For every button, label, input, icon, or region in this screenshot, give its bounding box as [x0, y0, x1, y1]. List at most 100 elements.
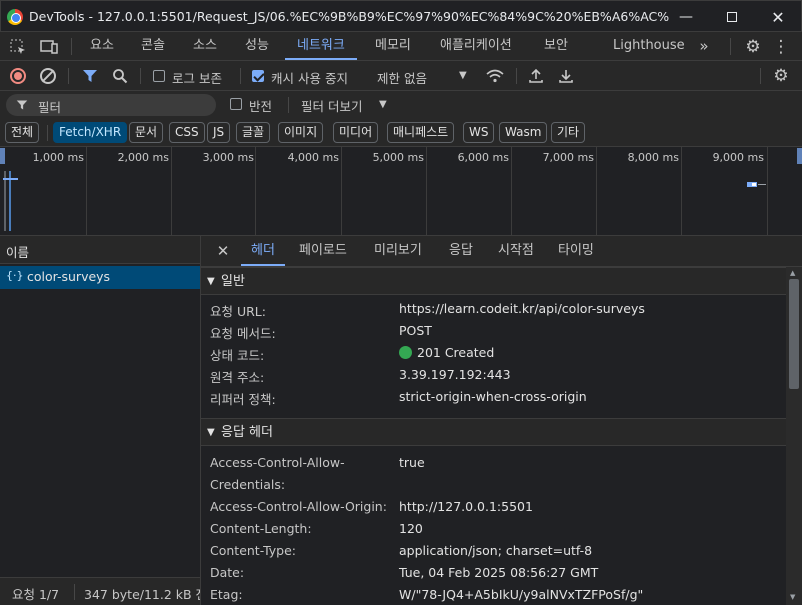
tab-response[interactable]: 응답	[449, 236, 473, 266]
filter-toggle-button[interactable]	[80, 67, 100, 85]
chip-js[interactable]: JS	[207, 122, 231, 143]
header-key: Access-Control-Allow-	[210, 455, 345, 470]
request-url-value: https://learn.codeit.kr/api/color-survey…	[399, 301, 645, 316]
timeline-range-handle-left[interactable]	[0, 148, 5, 164]
tab-application[interactable]: 애플리케이션	[440, 32, 512, 60]
header-value: http://127.0.0.1:5501	[399, 499, 533, 514]
divider	[288, 97, 289, 113]
record-icon	[14, 72, 22, 80]
chip-fetch-xhr[interactable]: Fetch/XHR	[53, 122, 128, 143]
settings-gear-icon[interactable]: ⚙	[742, 36, 764, 58]
more-options-icon[interactable]: ⋮	[770, 36, 792, 58]
timeline-marker	[4, 171, 6, 231]
clear-button[interactable]	[40, 68, 56, 84]
response-headers-section-header[interactable]: ▼ 응답 헤더	[201, 418, 786, 446]
header-key: 요청 URL:	[210, 304, 266, 319]
gridline	[255, 147, 256, 236]
header-key: 요청 메서드:	[210, 326, 276, 341]
filter-funnel-icon	[16, 100, 28, 110]
minimize-button[interactable]: —	[663, 1, 709, 33]
tab-sources[interactable]: 소스	[193, 32, 217, 60]
throttle-select[interactable]: 제한 없음	[377, 68, 427, 87]
timeline-request-bar	[3, 178, 18, 180]
inspect-element-button[interactable]	[8, 37, 28, 57]
status-code-value: 201 Created	[417, 345, 495, 360]
preserve-log-label: 로그 보존	[172, 71, 222, 86]
filter-input[interactable]: 필터	[6, 94, 216, 116]
tab-headers[interactable]: 헤더	[241, 236, 285, 266]
tab-network[interactable]: 네트워크	[285, 32, 357, 60]
header-value: W/"78-JQ4+A5bIkU/y9alNVxTZFPoSf/g"	[399, 587, 644, 602]
response-headers-title: 응답 헤더	[221, 425, 273, 440]
invert-checkbox[interactable]	[230, 98, 242, 110]
more-filters-button[interactable]: 필터 더보기	[301, 96, 362, 115]
request-row[interactable]: {·} color-surveys	[0, 266, 200, 289]
gridline	[511, 147, 512, 236]
header-value: Tue, 04 Feb 2025 08:56:27 GMT	[399, 565, 599, 580]
chip-other[interactable]: 기타	[551, 122, 586, 143]
timeline-overview[interactable]: 1,000 ms 2,000 ms 3,000 ms 4,000 ms 5,00…	[0, 147, 802, 236]
disable-cache-checkbox[interactable]	[252, 70, 264, 82]
tab-lighthouse[interactable]: Lighthouse	[613, 32, 685, 60]
search-button[interactable]	[110, 67, 130, 85]
request-name: color-surveys	[27, 269, 111, 284]
chip-manifest[interactable]: 매니페스트	[387, 122, 455, 143]
chip-wasm[interactable]: Wasm	[499, 122, 548, 143]
detail-tabbar: ✕ 헤더 페이로드 미리보기 응답 시작점 타이밍	[201, 236, 802, 267]
tab-performance[interactable]: 성능	[245, 32, 269, 60]
tab-initiator[interactable]: 시작점	[498, 236, 534, 266]
tab-console[interactable]: 콘솔	[141, 32, 165, 60]
chip-all[interactable]: 전체	[5, 122, 40, 143]
chip-doc[interactable]: 문서	[129, 122, 164, 143]
import-har-button[interactable]	[526, 66, 546, 86]
scroll-down-arrow-icon[interactable]: ▼	[790, 593, 795, 601]
timeline-range-handle-right[interactable]	[797, 148, 802, 164]
gridline	[681, 147, 682, 236]
device-toolbar-button[interactable]	[38, 37, 60, 57]
maximize-button[interactable]	[709, 1, 755, 33]
tab-memory[interactable]: 메모리	[375, 32, 411, 60]
close-detail-icon[interactable]: ✕	[215, 242, 231, 260]
tab-preview[interactable]: 미리보기	[374, 236, 422, 266]
timeline-tick: 1,000 ms	[32, 151, 84, 164]
expand-triangle-icon: ▼	[207, 427, 215, 438]
chip-font[interactable]: 글꼴	[236, 122, 271, 143]
chip-media[interactable]: 미디어	[333, 122, 379, 143]
detail-scrollbar[interactable]: ▲ ▼	[786, 267, 802, 605]
scrollbar-thumb[interactable]	[789, 279, 799, 389]
more-filters-chevron-icon[interactable]: ▼	[379, 99, 387, 110]
chip-img[interactable]: 이미지	[278, 122, 324, 143]
header-key: Content-Length:	[210, 521, 312, 536]
divider	[140, 68, 141, 84]
chip-ws[interactable]: WS	[463, 122, 495, 143]
preserve-log-checkbox[interactable]	[153, 70, 165, 82]
gridline	[86, 147, 87, 236]
tab-timing[interactable]: 타이밍	[558, 236, 594, 266]
clear-icon	[41, 69, 55, 83]
network-settings-gear-icon[interactable]: ⚙	[770, 65, 792, 87]
tab-elements[interactable]: 요소	[90, 32, 114, 60]
timeline-tick: 6,000 ms	[457, 151, 509, 164]
close-window-button[interactable]: ✕	[755, 1, 801, 33]
timeline-tick: 9,000 ms	[712, 151, 764, 164]
divider	[516, 68, 517, 84]
export-har-button[interactable]	[556, 66, 576, 86]
tab-payload[interactable]: 페이로드	[299, 236, 347, 266]
record-button[interactable]	[10, 68, 26, 84]
scroll-up-arrow-icon[interactable]: ▲	[790, 269, 795, 277]
timeline-tick: 4,000 ms	[287, 151, 339, 164]
throttle-dropdown-chevron-icon[interactable]: ▼	[459, 70, 467, 81]
header-key: 상태 코드:	[210, 348, 265, 363]
chip-css[interactable]: CSS	[169, 122, 205, 143]
tab-security[interactable]: 보안	[544, 32, 568, 60]
resource-type-chips: 전체 Fetch/XHR 문서 CSS JS 글꼴 이미지 미디어 매니페스트 …	[0, 118, 802, 147]
general-section-header[interactable]: ▼ 일반	[201, 267, 786, 295]
more-tabs-chevron-icon[interactable]: »	[694, 36, 714, 56]
header-key: Date:	[210, 565, 245, 580]
network-conditions-button[interactable]	[484, 66, 506, 86]
gridline	[426, 147, 427, 236]
divider	[71, 38, 72, 55]
window-titlebar: DevTools - 127.0.0.1:5501/Request_JS/06.…	[0, 0, 802, 32]
name-column-header[interactable]: 이름	[6, 242, 29, 261]
header-key: Access-Control-Allow-Origin:	[210, 499, 387, 514]
